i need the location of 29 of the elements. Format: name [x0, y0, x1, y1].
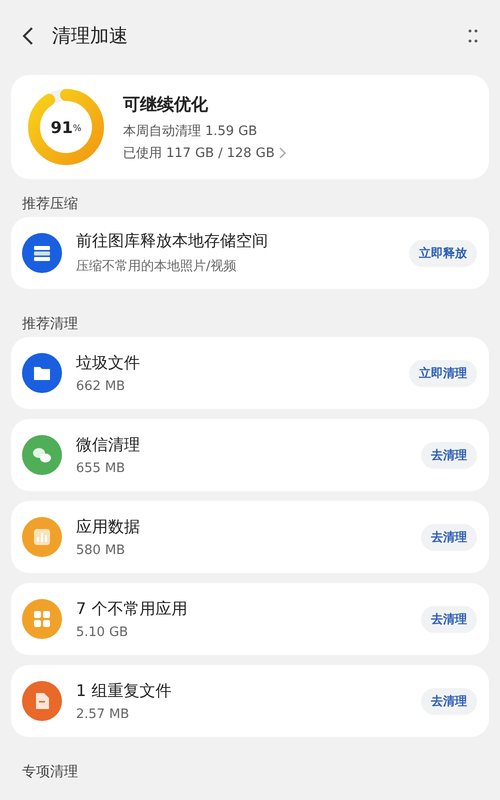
- item-size: 5.10 GB: [76, 624, 130, 640]
- status-title: 可继续优化: [123, 94, 209, 116]
- item-size: 580 MB: [76, 542, 126, 558]
- section-label: 专项清理: [22, 764, 78, 780]
- item-size: 压缩不常用的本地照片/视频: [76, 258, 238, 275]
- storage-used[interactable]: 已使用 117 GB / 128 GB: [123, 144, 275, 162]
- item-title: 垃圾文件: [76, 352, 141, 374]
- item-title: 前往图库释放本地存储空间: [76, 231, 269, 252]
- clean-button[interactable]: 去清理: [421, 606, 477, 632]
- clean-button[interactable]: 去清理: [421, 442, 477, 468]
- item-title: 7 个不常用应用: [76, 598, 188, 620]
- percent-unit: %: [72, 124, 82, 134]
- item-size: 2.57 MB: [76, 706, 130, 722]
- clean-button[interactable]: 立即清理: [409, 360, 477, 386]
- more-icon[interactable]: [468, 28, 478, 44]
- item-size: 662 MB: [76, 378, 126, 394]
- item-title: 微信清理: [76, 434, 141, 456]
- clean-button[interactable]: 去清理: [421, 524, 477, 550]
- item-title: 应用数据: [76, 516, 141, 538]
- percent-value: 91: [50, 118, 73, 136]
- page-title: 清理加速: [52, 24, 129, 49]
- weekly-cleaned: 本周自动清理 1.59 GB: [123, 122, 258, 140]
- section-label: 推荐压缩: [22, 196, 78, 212]
- clean-button[interactable]: 去清理: [421, 688, 477, 714]
- item-title: 1 组重复文件: [76, 680, 172, 702]
- back-icon[interactable]: [22, 26, 34, 46]
- item-size: 655 MB: [76, 460, 126, 476]
- section-label: 推荐清理: [22, 316, 78, 332]
- clean-button[interactable]: 立即释放: [409, 240, 477, 266]
